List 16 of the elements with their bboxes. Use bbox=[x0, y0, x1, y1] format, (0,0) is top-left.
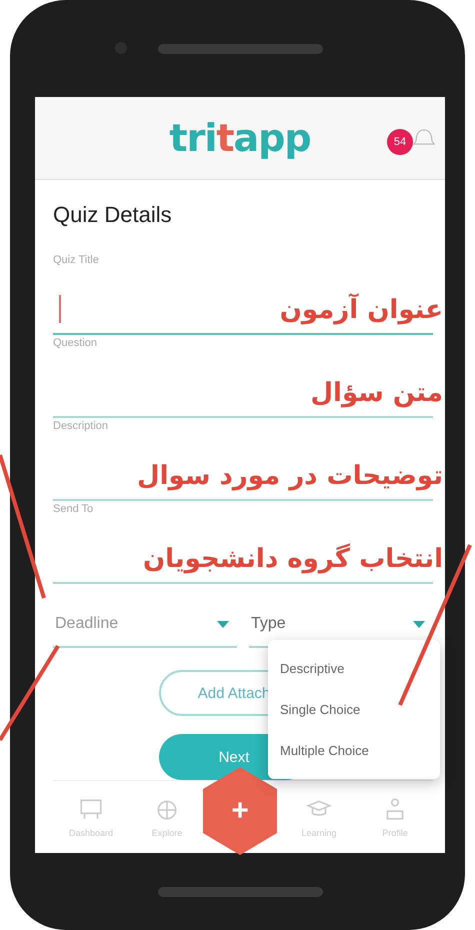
field-label: Question bbox=[53, 337, 98, 349]
page-title: Quiz Details bbox=[53, 202, 173, 228]
field-label: Send To bbox=[53, 503, 94, 515]
caret-icon bbox=[413, 620, 425, 628]
field-label: Quiz Title bbox=[53, 254, 100, 266]
annotation-text: توضیحات در مورد سوال bbox=[137, 461, 443, 491]
annotation-text: عنوان آزمون bbox=[280, 295, 443, 325]
annotation-text: انتخاب گروه دانشجویان bbox=[142, 544, 443, 574]
dropdown-field[interactable]: Deadline bbox=[53, 602, 237, 648]
add-button[interactable]: + bbox=[203, 767, 277, 855]
caret-icon bbox=[217, 620, 229, 628]
annotation-text: متن سؤال bbox=[310, 378, 443, 408]
notification-badge: 54 bbox=[387, 129, 413, 155]
field-label: Description bbox=[53, 420, 110, 432]
app-logo: tritapp bbox=[169, 116, 311, 160]
text-cursor bbox=[59, 295, 61, 323]
